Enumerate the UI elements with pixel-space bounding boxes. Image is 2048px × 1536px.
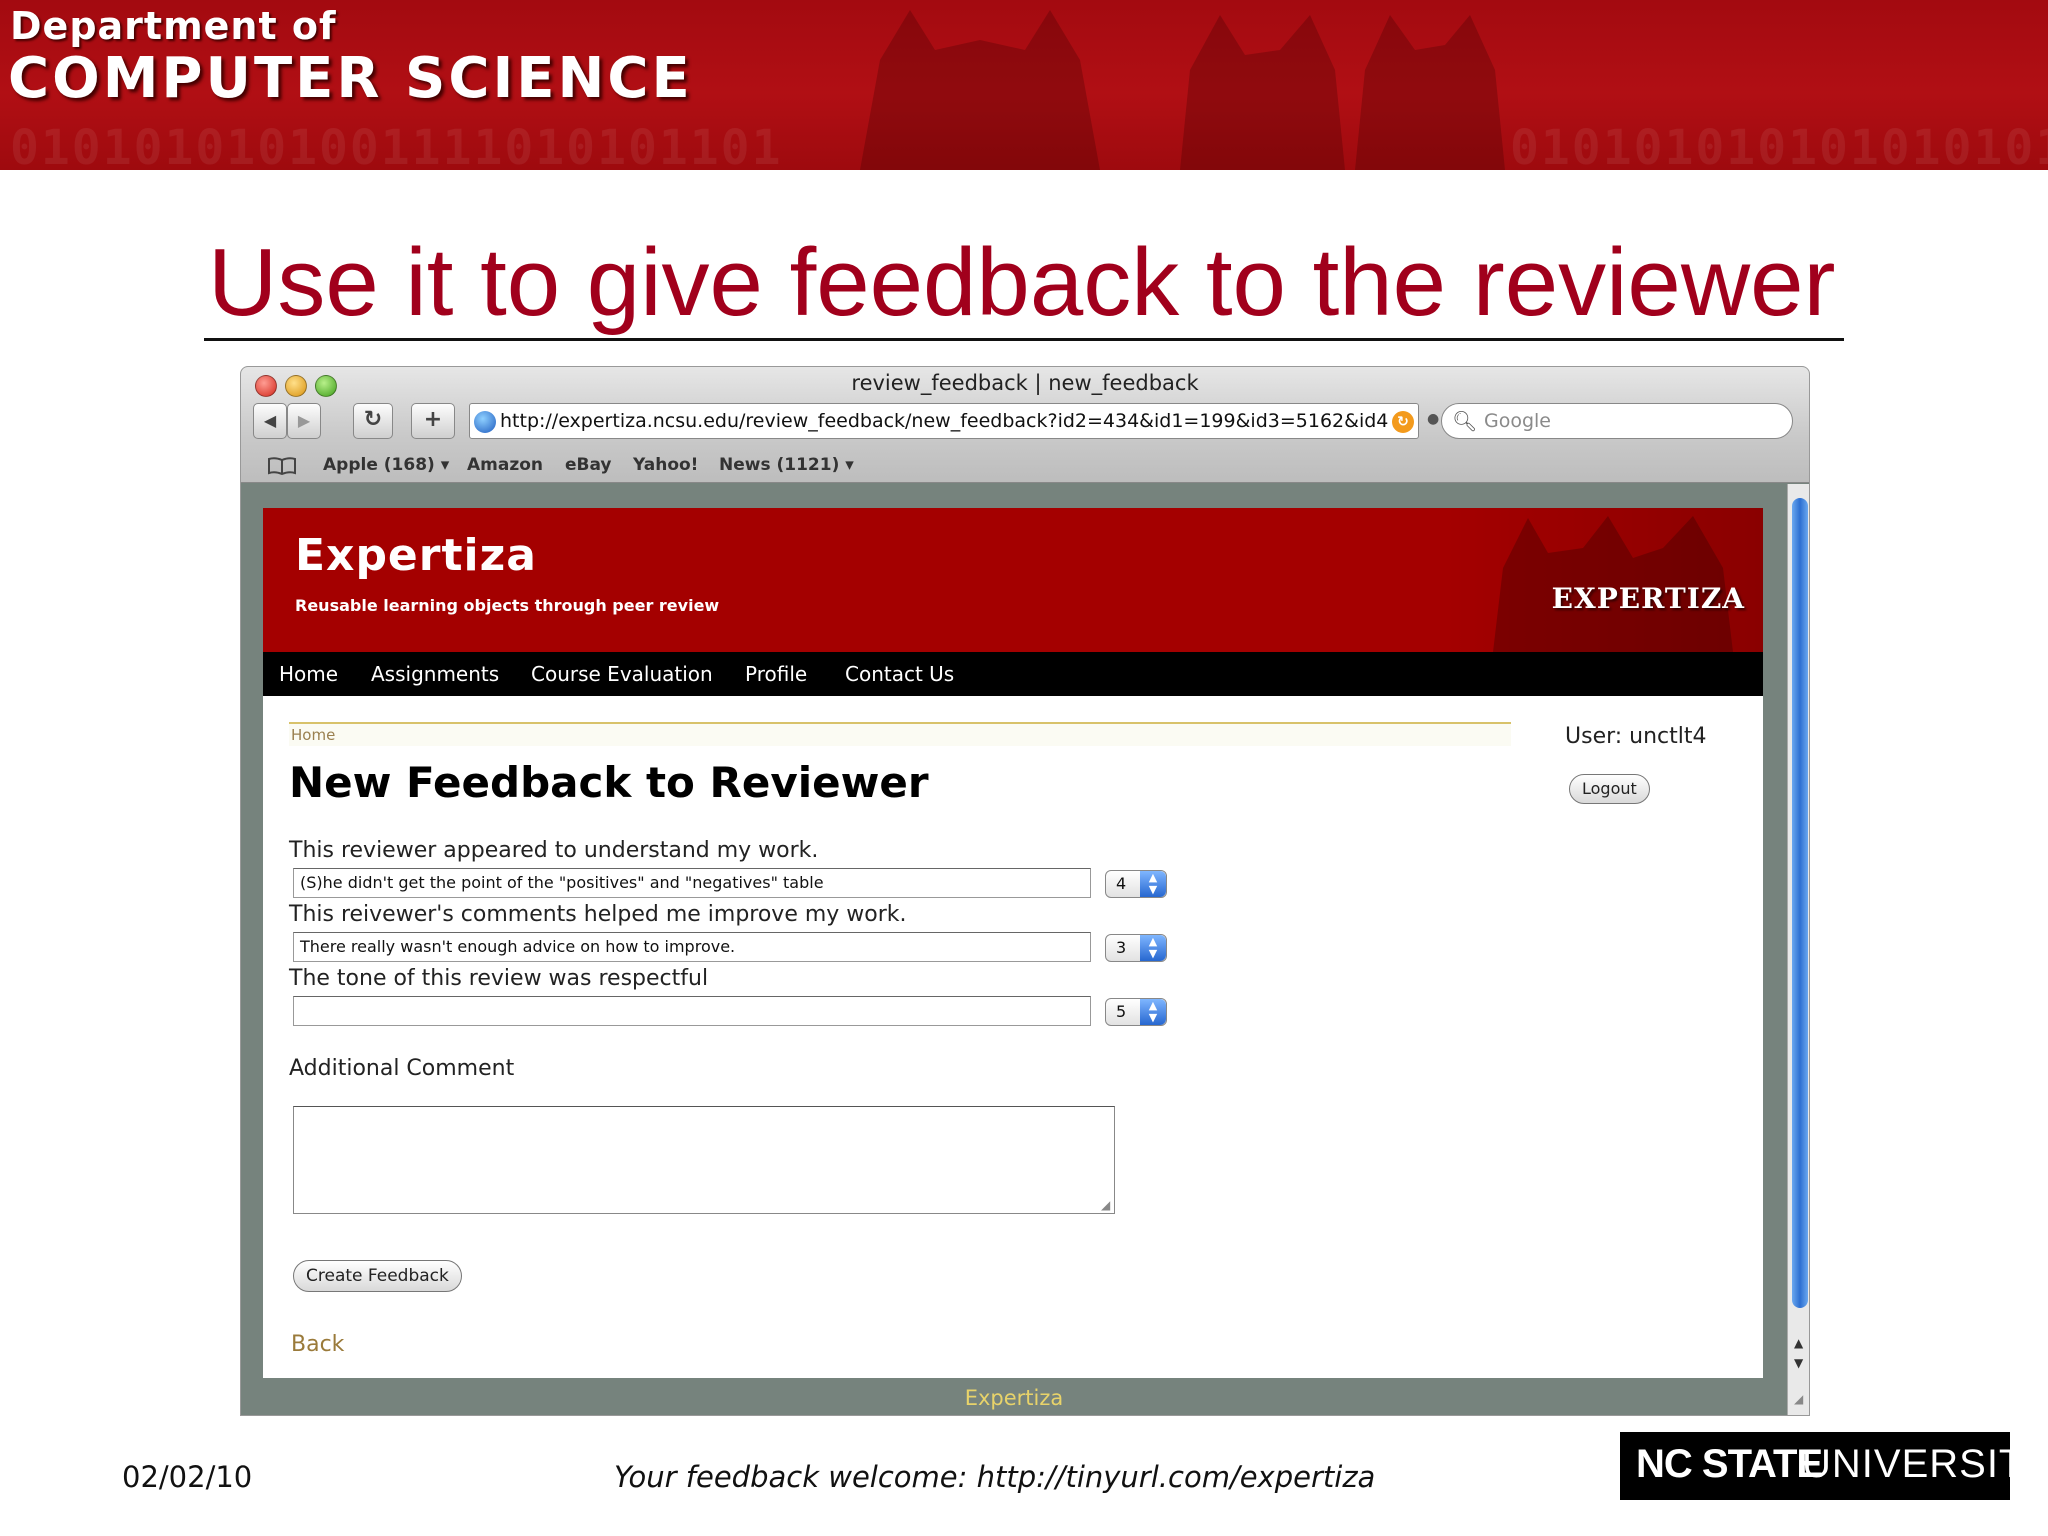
vertical-scrollbar[interactable]: ▲ ▼ ◢: [1787, 484, 1809, 1415]
logout-button[interactable]: Logout: [1569, 774, 1650, 804]
back-button[interactable]: ◀: [253, 403, 287, 439]
page-title: New Feedback to Reviewer: [289, 758, 929, 807]
question-score-select[interactable]: 5 ▲ ▼: [1105, 998, 1167, 1026]
breadcrumb-home-link[interactable]: Home: [291, 726, 335, 744]
forward-button[interactable]: ▶: [287, 403, 321, 439]
site-logo-text: EXPERTIZA: [1551, 582, 1745, 615]
window-title: review_feedback | new_feedback: [851, 371, 1199, 395]
slide-footer-text: Your feedback welcome: http://tinyurl.co…: [614, 1460, 1376, 1494]
nav-assignments[interactable]: Assignments: [371, 662, 499, 686]
wolf-silhouette-icon: [1180, 15, 1345, 170]
banner-binary-right: 0101010101010101010: [1510, 120, 2048, 170]
scroll-up-icon[interactable]: ▲: [1794, 1336, 1803, 1350]
expertiza-page: EXPERTIZA Expertiza Reusable learning ob…: [263, 508, 1763, 1378]
question-label: The tone of this review was respectful: [289, 966, 709, 991]
updown-arrows-icon: ▲ ▼: [1140, 935, 1166, 961]
site-tagline: Reusable learning objects through peer r…: [295, 596, 720, 615]
site-header: EXPERTIZA Expertiza Reusable learning ob…: [263, 508, 1763, 652]
book-icon[interactable]: [267, 457, 297, 475]
add-bookmark-button[interactable]: +: [411, 403, 455, 439]
question-label: This reivewer's comments helped me impro…: [289, 902, 907, 927]
nav-profile[interactable]: Profile: [745, 662, 807, 686]
department-label: Department of: [10, 4, 337, 48]
slide-date: 02/02/10: [122, 1460, 253, 1494]
browser-viewport: EXPERTIZA Expertiza Reusable learning ob…: [241, 484, 1787, 1415]
updown-arrows-icon: ▲ ▼: [1140, 999, 1166, 1025]
current-user-label: User: unctlt4: [1565, 724, 1707, 749]
address-bar-menu-icon[interactable]: ●: [1427, 411, 1439, 427]
wolf-silhouette-icon: [860, 10, 1100, 170]
wolf-silhouette-icon: [1493, 516, 1733, 652]
address-bar[interactable]: http://expertiza.ncsu.edu/review_feedbac…: [469, 403, 1419, 439]
bookmark-ebay[interactable]: eBay: [565, 455, 612, 475]
bookmark-apple[interactable]: Apple (168) ▾: [323, 455, 449, 475]
back-arrow-icon: ◀: [263, 411, 277, 430]
plus-icon: +: [423, 407, 443, 432]
question-score-value: 3: [1116, 938, 1127, 957]
additional-comment-textarea[interactable]: [293, 1106, 1115, 1214]
question-label: This reviewer appeared to understand my …: [289, 838, 819, 863]
question-score-value: 4: [1116, 874, 1127, 893]
department-banner: 0101010101001111010101101 01010101010101…: [0, 0, 2048, 170]
bookmark-yahoo[interactable]: Yahoo!: [633, 455, 698, 475]
scroll-down-icon[interactable]: ▼: [1794, 1356, 1803, 1370]
site-navigation: Home Assignments Course Evaluation Profi…: [263, 652, 1763, 696]
banner-binary-left: 0101010101001111010101101: [10, 120, 783, 170]
site-footer: Expertiza: [964, 1386, 1064, 1410]
scrollbar-thumb[interactable]: [1792, 498, 1808, 1308]
browser-toolbar: review_feedback | new_feedback ◀ ▶ ↻ + h…: [241, 367, 1809, 483]
nav-home[interactable]: Home: [279, 662, 338, 686]
question-comment-input[interactable]: (S)he didn't get the point of the "posit…: [293, 868, 1091, 898]
question-score-value: 5: [1116, 1002, 1127, 1021]
back-link[interactable]: Back: [291, 1332, 344, 1357]
bookmarks-bar: Apple (168) ▾ Amazon eBay Yahoo! News (1…: [241, 449, 1809, 483]
reload-icon: ↻: [363, 407, 383, 432]
resize-grip-icon[interactable]: ◢: [1101, 1198, 1110, 1212]
rss-icon[interactable]: ↻: [1392, 411, 1414, 433]
question-score-select[interactable]: 3 ▲ ▼: [1105, 934, 1167, 962]
nc-state-logo: NC STATE UNIVERSITY: [1620, 1432, 2048, 1500]
search-icon: 🔍︎: [1452, 409, 1478, 433]
department-name: COMPUTER SCIENCE: [8, 46, 693, 111]
site-name[interactable]: Expertiza: [295, 530, 537, 581]
forward-arrow-icon: ▶: [297, 411, 311, 430]
slide: 0101010101001111010101101 01010101010101…: [0, 0, 2048, 1536]
question-comment-input[interactable]: There really wasn't enough advice on how…: [293, 932, 1091, 962]
bookmark-news[interactable]: News (1121) ▾: [719, 455, 854, 475]
site-header-art: EXPERTIZA: [1443, 508, 1763, 652]
nav-contact-us[interactable]: Contact Us: [845, 662, 954, 686]
globe-icon: [474, 411, 496, 433]
breadcrumb: Home: [289, 722, 1511, 746]
search-placeholder: Google: [1484, 410, 1552, 432]
question-comment-input[interactable]: [293, 996, 1091, 1026]
window-resize-icon[interactable]: ◢: [1794, 1392, 1803, 1406]
create-feedback-button[interactable]: Create Feedback: [293, 1260, 462, 1292]
nav-course-evaluation[interactable]: Course Evaluation: [531, 662, 713, 686]
search-input[interactable]: 🔍︎ Google: [1441, 403, 1793, 439]
question-score-select[interactable]: 4 ▲ ▼: [1105, 870, 1167, 898]
logo-text-bold: NC STATE: [1636, 1442, 1823, 1486]
browser-window: review_feedback | new_feedback ◀ ▶ ↻ + h…: [240, 366, 1810, 1416]
logo-text-thin: UNIVERSITY: [1802, 1442, 2048, 1486]
wolf-silhouette-icon: [1355, 15, 1505, 170]
updown-arrows-icon: ▲ ▼: [1140, 871, 1166, 897]
slide-title: Use it to give feedback to the reviewer: [208, 229, 1836, 336]
reload-button[interactable]: ↻: [353, 403, 393, 439]
title-divider: [204, 338, 1844, 341]
bookmark-amazon[interactable]: Amazon: [467, 455, 543, 475]
address-bar-url: http://expertiza.ncsu.edu/review_feedbac…: [500, 410, 1389, 432]
additional-comment-label: Additional Comment: [289, 1056, 515, 1081]
